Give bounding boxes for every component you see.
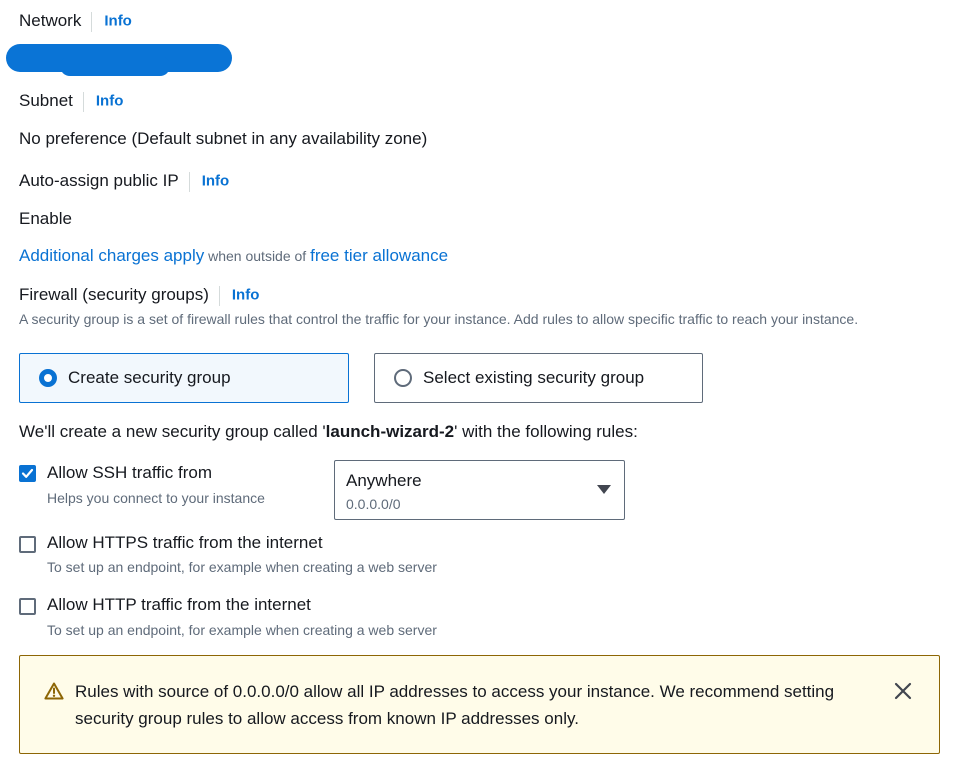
create-security-group-tile[interactable]: Create security group bbox=[19, 353, 349, 403]
divider bbox=[218, 285, 220, 306]
select-existing-security-group-tile[interactable]: Select existing security group bbox=[374, 353, 703, 403]
https-description: To set up an endpoint, for example when … bbox=[47, 559, 437, 575]
additional-charges-link[interactable]: Additional charges apply bbox=[19, 246, 204, 265]
firewall-info-link[interactable]: Info bbox=[232, 287, 260, 304]
ssh-source-sub: 0.0.0.0/0 bbox=[346, 496, 401, 512]
subnet-label: Subnet bbox=[19, 91, 73, 110]
ssh-source-select[interactable]: Anywhere 0.0.0.0/0 bbox=[334, 460, 625, 520]
select-existing-security-group-label: Select existing security group bbox=[423, 368, 645, 387]
close-icon[interactable] bbox=[894, 682, 912, 700]
http-label: Allow HTTP traffic from the internet bbox=[47, 595, 311, 614]
network-label: Network bbox=[19, 11, 82, 30]
radio-unselected-icon bbox=[394, 369, 412, 387]
warning-icon bbox=[44, 682, 64, 700]
network-info-link[interactable]: Info bbox=[104, 13, 132, 30]
subnet-value: No preference (Default subnet in any ava… bbox=[19, 129, 428, 148]
auto-assign-ip-value: Enable bbox=[19, 209, 72, 228]
free-tier-link[interactable]: free tier allowance bbox=[310, 246, 448, 265]
create-note-prefix: We'll create a new security group called… bbox=[19, 422, 326, 441]
security-group-create-note: We'll create a new security group called… bbox=[19, 421, 638, 443]
security-warning-alert: Rules with source of 0.0.0.0/0 allow all… bbox=[19, 655, 940, 754]
firewall-label: Firewall (security groups) bbox=[19, 285, 209, 304]
auto-assign-ip-info-link[interactable]: Info bbox=[202, 173, 230, 190]
auto-assign-ip-label: Auto-assign public IP bbox=[19, 171, 179, 190]
network-field: Network Info bbox=[19, 10, 132, 33]
security-group-name: launch-wizard-2 bbox=[325, 422, 455, 441]
http-description: To set up an endpoint, for example when … bbox=[47, 622, 437, 638]
http-checkbox[interactable] bbox=[19, 598, 36, 615]
divider bbox=[82, 91, 84, 112]
checkmark-icon bbox=[21, 468, 34, 478]
redacted-network-value-stroke bbox=[60, 56, 170, 76]
ssh-description: Helps you connect to your instance bbox=[47, 490, 265, 506]
subnet-field: Subnet Info bbox=[19, 90, 123, 113]
create-security-group-label: Create security group bbox=[68, 368, 231, 387]
https-label: Allow HTTPS traffic from the internet bbox=[47, 533, 323, 552]
ssh-label: Allow SSH traffic from bbox=[47, 463, 213, 482]
firewall-field: Firewall (security groups) Info bbox=[19, 284, 259, 307]
https-checkbox[interactable] bbox=[19, 536, 36, 553]
divider bbox=[188, 171, 190, 192]
ssh-source-value: Anywhere bbox=[346, 471, 422, 490]
caret-down-icon bbox=[597, 485, 611, 494]
radio-selected-icon bbox=[39, 369, 57, 387]
subnet-info-link[interactable]: Info bbox=[96, 93, 124, 110]
divider bbox=[91, 11, 93, 32]
create-note-suffix: ' with the following rules: bbox=[454, 422, 638, 441]
alert-text: Rules with source of 0.0.0.0/0 allow all… bbox=[75, 682, 835, 728]
firewall-description: A security group is a set of firewall ru… bbox=[19, 311, 859, 327]
charges-note: Additional charges apply when outside of… bbox=[19, 245, 448, 267]
auto-assign-ip-field: Auto-assign public IP Info bbox=[19, 170, 229, 193]
charges-middle-text: when outside of bbox=[204, 248, 311, 264]
ssh-checkbox[interactable] bbox=[19, 465, 36, 482]
